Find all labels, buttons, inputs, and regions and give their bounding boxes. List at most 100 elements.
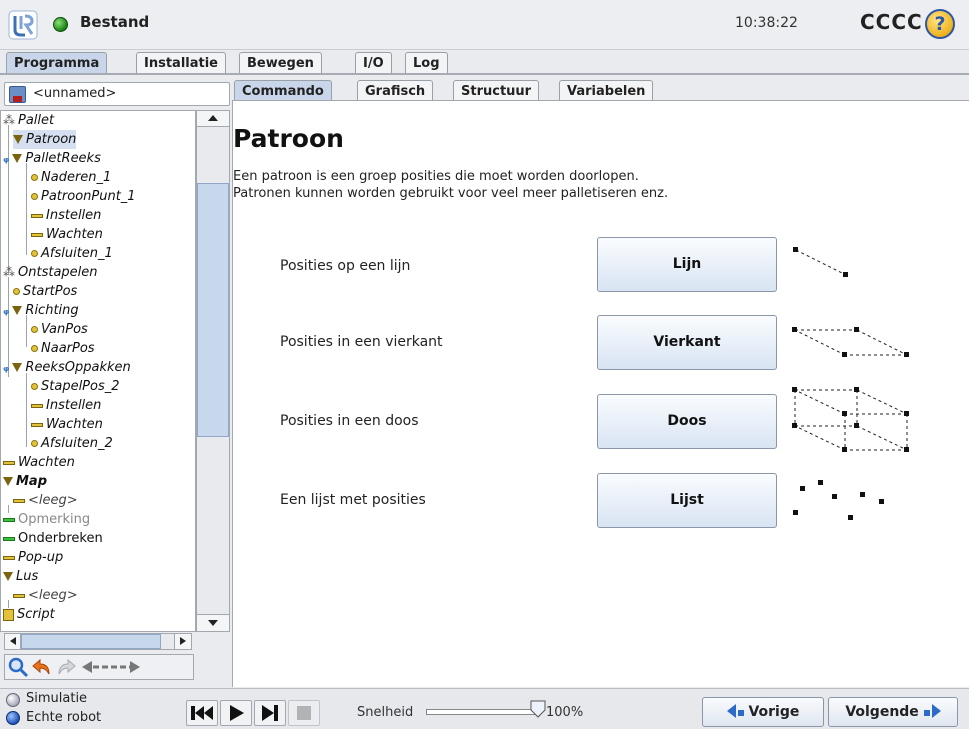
- file-menu-label[interactable]: Bestand: [80, 13, 149, 31]
- robot-name: CCCC: [860, 10, 923, 34]
- waypoint-icon: [31, 250, 38, 257]
- wait-icon: [31, 422, 43, 427]
- box-pattern-button[interactable]: Doos: [597, 394, 777, 449]
- tree-node-afsluiten-1[interactable]: Afsluiten_1: [31, 244, 113, 263]
- stop-icon: [297, 706, 311, 720]
- help-icon[interactable]: ?: [925, 9, 955, 39]
- popup-icon: [3, 555, 15, 560]
- page-title: Patroon: [233, 124, 344, 153]
- tab-bewegen[interactable]: Bewegen: [239, 52, 322, 74]
- simulation-radio[interactable]: [6, 693, 20, 707]
- waypoint-icon: [31, 383, 38, 390]
- folder-triangle-icon: [3, 477, 13, 486]
- branch-icon: ᵩ: [3, 360, 10, 375]
- redo-icon[interactable]: [55, 656, 77, 678]
- option-label-box: Posities in een doos: [280, 413, 419, 429]
- speed-value: 100%: [546, 705, 584, 720]
- tree-node-ontstapelen[interactable]: ⁂ Ontstapelen: [3, 263, 98, 282]
- tab-divider: [0, 73, 969, 75]
- description-line-2: Patronen kunnen worden gebruikt voor vee…: [233, 186, 669, 201]
- tree-node-opmerking[interactable]: Opmerking: [3, 510, 90, 529]
- tree-node-patroonpunt-1[interactable]: PatroonPunt_1: [31, 187, 136, 206]
- triangle-icon: [12, 306, 23, 315]
- tree-node-stapelpos-2[interactable]: StapelPos_2: [31, 377, 120, 396]
- scroll-down-button[interactable]: [197, 614, 229, 631]
- tree-node-map[interactable]: Map: [3, 472, 47, 491]
- tree-node-onderbreken[interactable]: Onderbreken: [3, 529, 103, 548]
- floppy-disk-icon[interactable]: [9, 86, 26, 103]
- tree-node-instellen-2[interactable]: Instellen: [31, 396, 101, 415]
- scroll-left-button[interactable]: [5, 634, 21, 649]
- chevron-up-icon: [208, 115, 218, 121]
- arrow-right-icon: [931, 704, 941, 718]
- arrow-left-icon: [726, 704, 736, 718]
- tree-node-wachten-3[interactable]: Wachten: [3, 453, 75, 472]
- scroll-right-button[interactable]: [174, 634, 191, 649]
- tree-node-naderen-1[interactable]: Naderen_1: [31, 168, 111, 187]
- tree-node-patroon[interactable]: Patroon: [13, 130, 77, 149]
- line-pattern-button[interactable]: Lijn: [597, 237, 777, 292]
- step-forward-button[interactable]: [254, 700, 286, 726]
- undo-icon[interactable]: [31, 656, 53, 678]
- simulation-label: Simulatie: [26, 691, 88, 706]
- tree-node-popup[interactable]: Pop-up: [3, 548, 63, 567]
- tree-node-instellen[interactable]: Instellen: [31, 206, 101, 225]
- set-icon: [31, 403, 43, 408]
- real-robot-radio[interactable]: [6, 711, 20, 725]
- speed-slider[interactable]: [426, 709, 536, 715]
- halt-icon: [3, 536, 15, 541]
- search-icon[interactable]: [7, 656, 29, 678]
- program-tree: ⁂ Pallet Patroon ᵩ PalletReeks Naderen_1 P…: [0, 110, 196, 632]
- loop-triangle-icon: [3, 572, 13, 581]
- line-pattern-icon: [793, 247, 848, 277]
- empty-icon: [13, 498, 25, 503]
- tab-structuur[interactable]: Structuur: [453, 80, 540, 102]
- waypoint-icon: [13, 288, 20, 295]
- option-label-square: Posities in een vierkant: [280, 334, 443, 350]
- tab-log[interactable]: Log: [405, 52, 448, 74]
- tab-grafisch[interactable]: Grafisch: [357, 80, 434, 102]
- tab-io[interactable]: I/O: [355, 52, 392, 74]
- previous-button[interactable]: Vorige: [702, 697, 824, 727]
- next-button[interactable]: Volgende: [828, 697, 958, 727]
- tab-installatie[interactable]: Installatie: [136, 52, 226, 74]
- chevron-down-icon: [208, 620, 218, 626]
- stop-button[interactable]: [288, 700, 320, 726]
- real-robot-label: Echte robot: [26, 710, 102, 725]
- speed-label: Snelheid: [357, 705, 414, 720]
- horizontal-scroll-thumb[interactable]: [21, 634, 161, 649]
- tree-node-afsluiten-2[interactable]: Afsluiten_2: [31, 434, 113, 453]
- step-forward-icon: [262, 705, 278, 721]
- wait-icon: [3, 460, 15, 465]
- tab-commando[interactable]: Commando: [234, 80, 332, 102]
- square-pattern-button[interactable]: Vierkant: [597, 315, 777, 370]
- list-pattern-button[interactable]: Lijst: [597, 473, 777, 528]
- tree-node-script[interactable]: Script: [3, 605, 55, 624]
- tree-node-vanpos[interactable]: VanPos: [31, 320, 88, 339]
- set-icon: [31, 213, 43, 218]
- branch-icon: ᵩ: [3, 151, 10, 166]
- tree-node-wachten[interactable]: Wachten: [31, 225, 103, 244]
- skip-back-button[interactable]: [186, 700, 218, 726]
- tree-node-palletreeks[interactable]: ᵩ PalletReeks: [3, 149, 101, 168]
- move-arrows-icon[interactable]: [80, 656, 190, 678]
- square-pattern-icon: [792, 327, 909, 357]
- tree-node-naarpos[interactable]: NaarPos: [31, 339, 95, 358]
- triangle-icon: [12, 363, 23, 372]
- scroll-thumb[interactable]: [197, 183, 229, 437]
- play-button[interactable]: [220, 700, 252, 726]
- tree-node-lus[interactable]: Lus: [3, 567, 38, 586]
- tree-node-wachten-2[interactable]: Wachten: [31, 415, 103, 434]
- play-icon: [230, 705, 244, 721]
- tree-node-richting[interactable]: ᵩ Richting: [3, 301, 79, 320]
- tree-node-leeg-2[interactable]: <leeg>: [13, 586, 78, 605]
- tab-programma[interactable]: Programma: [6, 52, 108, 74]
- tree-node-pallet[interactable]: ⁂ Pallet: [3, 111, 54, 130]
- tab-variabelen[interactable]: Variabelen: [559, 80, 654, 102]
- tree-node-reeksoppakken[interactable]: ᵩ ReeksOppakken: [3, 358, 131, 377]
- scroll-up-button[interactable]: [197, 111, 229, 127]
- tree-node-leeg[interactable]: <leeg>: [13, 491, 78, 510]
- speed-slider-thumb[interactable]: [530, 700, 546, 718]
- tree-node-startpos[interactable]: StartPos: [13, 282, 77, 301]
- branch-icon: ᵩ: [3, 303, 10, 318]
